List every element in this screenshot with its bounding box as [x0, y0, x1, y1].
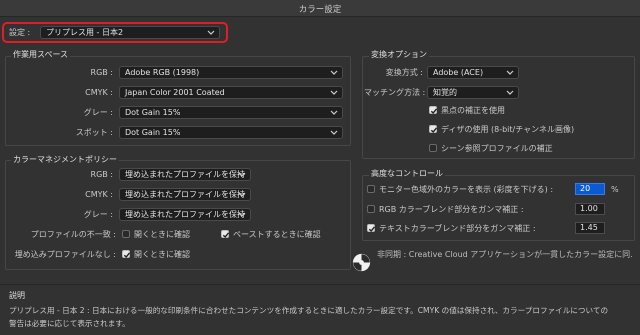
scene-referred-label: シーン参照プロファイルの補正	[441, 144, 553, 153]
bpc-label: 黒点の補正を使用	[441, 106, 505, 115]
desaturate-label: モニター色域外のカラーを表示 (彩度を下げる) :	[379, 185, 554, 194]
ws-rgb-label: RGB :	[90, 68, 113, 77]
missing-ask-open-label: 開くときに確認	[134, 250, 190, 259]
blend-text-checkbox[interactable]	[367, 224, 376, 233]
conv-intent-dropdown[interactable]: 知覚的	[427, 86, 519, 99]
bpc-checkbox[interactable]	[429, 106, 438, 115]
chevron-down-icon	[238, 189, 246, 200]
checkmark-icon	[368, 226, 376, 233]
blend-rgb-label: RGB カラーブレンド部分をガンマ補正 :	[379, 205, 524, 214]
chevron-down-icon	[330, 67, 338, 78]
missing-ask-open-checkbox[interactable]	[122, 250, 131, 259]
conv-engine-value: Adobe (ACE)	[433, 68, 484, 77]
description-line-2: 警告は必要に応じて表示されます。	[9, 319, 130, 328]
cm-missing-label: 埋め込みプロファイルなし :	[14, 250, 116, 259]
mismatch-ask-paste-checkbox[interactable]	[221, 230, 230, 239]
chevron-down-icon	[207, 27, 215, 38]
description-title: 説明	[9, 291, 25, 300]
color-management-title: カラーマネジメントポリシー	[11, 154, 119, 165]
mismatch-ask-open-checkbox[interactable]	[122, 230, 130, 238]
ws-rgb-dropdown[interactable]: Adobe RGB (1998)	[119, 66, 343, 79]
checkmark-icon	[222, 232, 230, 239]
sync-status-text: 非同期 : Creative Cloud アプリケーションが一貫したカラー設定に…	[377, 250, 633, 259]
ws-rgb-value: Adobe RGB (1998)	[125, 68, 200, 77]
cm-gray-value: 埋め込まれたプロファイルを保持	[125, 210, 245, 219]
advanced-title: 高度なコントロール	[369, 168, 445, 179]
desaturate-unit: %	[611, 185, 619, 194]
cm-cmyk-label: CMYK :	[85, 190, 113, 199]
cm-rgb-dropdown[interactable]: 埋め込まれたプロファイルを保持	[119, 168, 251, 181]
blend-text-input[interactable]: 1.45	[575, 222, 605, 234]
chevron-down-icon	[238, 169, 246, 180]
cm-rgb-label: RGB :	[90, 170, 113, 179]
ws-spot-dropdown[interactable]: Dot Gain 15%	[119, 126, 343, 139]
chevron-down-icon	[506, 87, 514, 98]
title-bar: カラー設定	[0, 0, 640, 17]
description-divider	[0, 284, 640, 285]
blend-text-label: テキストカラーブレンド部分をガンマ補正 :	[379, 224, 536, 233]
settings-dropdown[interactable]: プリプレス用 - 日本2	[40, 26, 220, 39]
blend-rgb-input[interactable]: 1.00	[575, 203, 605, 215]
ws-gray-label: グレー :	[83, 108, 113, 117]
desaturate-input[interactable]: 20	[575, 183, 605, 195]
desaturate-checkbox[interactable]	[367, 185, 375, 193]
ws-spot-label: スポット :	[75, 128, 113, 137]
mismatch-ask-open-label: 開くときに確認	[134, 230, 190, 239]
cm-mismatch-label: プロファイルの不一致 :	[30, 230, 116, 239]
ws-cmyk-label: CMYK :	[85, 88, 113, 97]
window-title: カラー設定	[298, 5, 342, 15]
dither-checkbox[interactable]	[429, 125, 438, 134]
conv-intent-value: 知覚的	[433, 88, 457, 97]
cm-cmyk-dropdown[interactable]: 埋め込まれたプロファイルを保持	[119, 188, 251, 201]
conv-intent-label: マッチング方法 :	[364, 88, 426, 97]
chevron-down-icon	[506, 67, 514, 78]
description-line-1: プリプレス用 - 日本 2 : 日本における一般的な印刷条件に合わせたコンテンツ…	[9, 306, 609, 315]
checkmark-icon	[430, 127, 438, 134]
checkmark-icon	[430, 108, 438, 115]
conv-engine-label: 変換方式 :	[385, 68, 423, 77]
blend-rgb-checkbox[interactable]	[367, 205, 375, 213]
conv-engine-dropdown[interactable]: Adobe (ACE)	[427, 66, 519, 79]
ws-gray-dropdown[interactable]: Dot Gain 15%	[119, 106, 343, 119]
working-spaces-title: 作業用スペース	[11, 49, 71, 60]
sync-status-icon	[352, 253, 371, 272]
ws-spot-value: Dot Gain 15%	[125, 128, 181, 137]
chevron-down-icon	[330, 87, 338, 98]
ws-cmyk-value: Japan Color 2001 Coated	[125, 88, 225, 97]
ws-cmyk-dropdown[interactable]: Japan Color 2001 Coated	[119, 86, 343, 99]
checkmark-icon	[123, 252, 131, 259]
cm-cmyk-value: 埋め込まれたプロファイルを保持	[125, 190, 245, 199]
cm-rgb-value: 埋め込まれたプロファイルを保持	[125, 170, 245, 179]
chevron-down-icon	[330, 107, 338, 118]
cm-gray-label: グレー :	[83, 210, 113, 219]
settings-value: プリプレス用 - 日本2	[46, 28, 124, 37]
dither-label: ディザの使用 (8-bit/チャンネル画像)	[441, 125, 575, 134]
chevron-down-icon	[330, 127, 338, 138]
settings-label: 設定 :	[9, 28, 31, 37]
conversion-title: 変換オプション	[369, 49, 429, 60]
scene-referred-checkbox[interactable]	[429, 144, 437, 152]
chevron-down-icon	[238, 209, 246, 220]
ws-gray-value: Dot Gain 15%	[125, 108, 181, 117]
cm-gray-dropdown[interactable]: 埋め込まれたプロファイルを保持	[119, 208, 251, 221]
mismatch-ask-paste-label: ペーストするときに確認	[233, 230, 321, 239]
